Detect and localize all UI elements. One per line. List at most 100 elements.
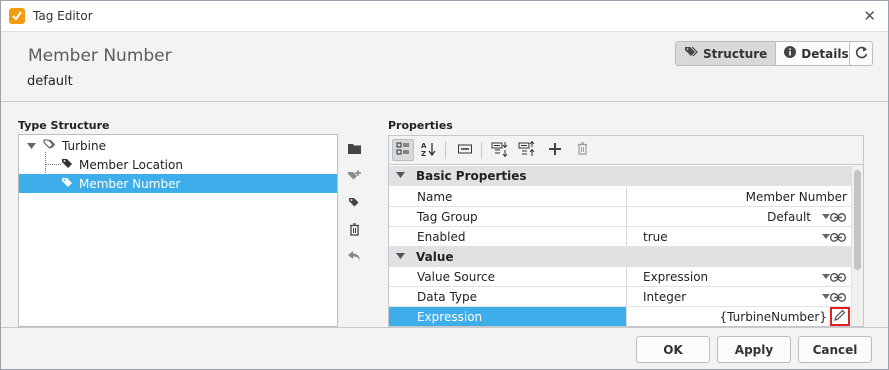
property-value[interactable]: Default: [627, 207, 851, 226]
expand-all-icon: [491, 141, 509, 160]
property-value[interactable]: Expression: [627, 267, 851, 286]
category-basic-properties[interactable]: Basic Properties: [389, 166, 851, 186]
header-divider: [1, 101, 888, 102]
data-type-value: Integer: [643, 289, 687, 304]
new-folder-button[interactable]: [345, 141, 363, 159]
property-value[interactable]: Integer: [627, 287, 851, 306]
ok-button[interactable]: OK: [636, 336, 710, 363]
window-title: Tag Editor: [33, 9, 93, 23]
scroll-thumb[interactable]: [854, 170, 861, 270]
svg-text:A: A: [421, 142, 427, 150]
category-label: Value: [416, 249, 454, 264]
dropdown-arrow-icon[interactable]: [822, 294, 830, 299]
property-row-data-type[interactable]: Data Type Integer: [389, 287, 851, 307]
property-name: Data Type: [389, 287, 627, 306]
property-value[interactable]: {TurbineNumber}: [627, 307, 851, 326]
property-grid: Basic Properties Name Member Number Tag …: [388, 164, 864, 327]
property-name: Enabled: [389, 227, 627, 246]
property-row-tag-group[interactable]: Tag Group Default: [389, 207, 851, 227]
properties-toolbar: AZ: [388, 135, 864, 164]
svg-text:Z: Z: [421, 150, 426, 157]
property-name: Tag Group: [389, 207, 627, 226]
delete-property-button[interactable]: [571, 139, 593, 161]
properties-label: Properties: [388, 119, 453, 132]
tag-icon: [61, 158, 77, 172]
categorized-icon: [396, 142, 410, 159]
tree-item-label: Member Number: [79, 176, 181, 191]
tree-item-turbine[interactable]: Turbine: [19, 136, 337, 155]
type-structure-label: Type Structure: [18, 119, 110, 132]
plus-icon: [549, 142, 561, 158]
title-bar: Tag Editor ✕: [1, 1, 888, 32]
property-pages-button[interactable]: [454, 139, 476, 161]
property-pages-icon: [458, 143, 472, 157]
property-name: Value Source: [389, 267, 627, 286]
property-value[interactable]: Member Number: [627, 187, 851, 206]
tag-name-title: Member Number: [28, 46, 172, 66]
details-label: Details: [801, 46, 849, 61]
tags-icon: [684, 46, 698, 61]
tag-icon: [61, 177, 77, 191]
pencil-icon: [834, 309, 846, 324]
binding-link-icon[interactable]: [830, 291, 848, 303]
refresh-button[interactable]: [849, 41, 873, 66]
app-logo-icon: [9, 8, 25, 24]
trash-icon: [577, 142, 588, 158]
collapse-chevron-icon[interactable]: [389, 171, 411, 181]
trash-icon: [349, 223, 360, 239]
binding-link-icon[interactable]: [830, 231, 848, 243]
info-icon: [784, 46, 797, 61]
binding-link-icon[interactable]: [830, 211, 848, 223]
expand-arrow-icon[interactable]: [27, 139, 37, 153]
tree-item-label: Member Location: [79, 157, 183, 172]
dropdown-arrow-icon[interactable]: [822, 214, 830, 219]
view-toggle: Structure Details: [675, 41, 858, 66]
tag-icon: [348, 197, 360, 211]
tree-item-member-number[interactable]: Member Number: [19, 174, 337, 193]
tree-item-label: Turbine: [62, 138, 106, 153]
binding-link-icon[interactable]: [830, 271, 848, 283]
property-name: Expression: [389, 307, 627, 326]
add-property-button[interactable]: [544, 139, 566, 161]
details-button[interactable]: Details: [775, 42, 857, 65]
add-tag-icon: [347, 169, 362, 185]
property-value[interactable]: true: [627, 227, 851, 246]
add-member-button[interactable]: [345, 168, 363, 186]
vertical-scrollbar[interactable]: [851, 165, 863, 326]
collapse-all-icon: [518, 140, 536, 160]
tree-item-member-location[interactable]: Member Location: [19, 155, 337, 174]
enabled-value: true: [643, 229, 668, 244]
edit-expression-button[interactable]: [830, 307, 850, 326]
dropdown-arrow-icon[interactable]: [822, 234, 830, 239]
property-name: Name: [389, 187, 627, 206]
structure-button[interactable]: Structure: [676, 42, 776, 65]
cancel-button[interactable]: Cancel: [798, 336, 872, 363]
collapse-all-button[interactable]: [516, 139, 538, 161]
collapse-chevron-icon[interactable]: [389, 252, 411, 262]
apply-button[interactable]: Apply: [717, 336, 791, 363]
categorized-view-button[interactable]: [392, 139, 414, 161]
tag-group-value: Default: [767, 209, 811, 224]
type-structure-tree: Turbine Member Location Member Number: [18, 134, 338, 327]
undo-icon: [347, 251, 361, 265]
property-row-expression[interactable]: Expression {TurbineNumber}: [389, 307, 851, 326]
folder-icon: [347, 143, 361, 157]
tag-editor-window: Tag Editor ✕ Member Number default Struc…: [0, 0, 889, 370]
value-source-value: Expression: [643, 269, 709, 284]
revert-button[interactable]: [345, 249, 363, 267]
structure-label: Structure: [703, 46, 768, 61]
property-row-enabled[interactable]: Enabled true: [389, 227, 851, 247]
tag-button[interactable]: [345, 195, 363, 213]
category-label: Basic Properties: [416, 168, 527, 183]
editor-header: Member Number default Structure Details: [1, 33, 888, 101]
dropdown-arrow-icon[interactable]: [822, 274, 830, 279]
delete-member-button[interactable]: [345, 222, 363, 240]
close-icon[interactable]: ✕: [863, 7, 876, 25]
property-row-value-source[interactable]: Value Source Expression: [389, 267, 851, 287]
tag-provider: default: [27, 74, 73, 89]
refresh-icon: [855, 46, 868, 62]
property-row-name[interactable]: Name Member Number: [389, 187, 851, 207]
category-value[interactable]: Value: [389, 247, 851, 267]
expand-all-button[interactable]: [489, 139, 511, 161]
sort-alphabetical-button[interactable]: AZ: [418, 139, 440, 161]
